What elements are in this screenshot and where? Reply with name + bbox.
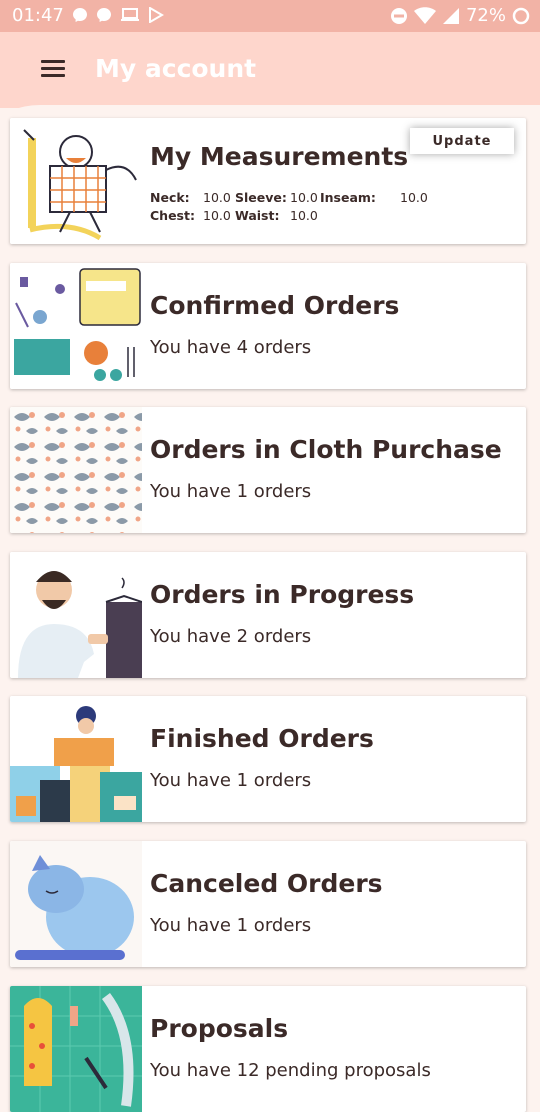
chest-value: 10.0 xyxy=(203,207,231,223)
chest-label: Chest: xyxy=(150,207,195,223)
measurements-table: Neck: 10.0 Sleeve: 10.0 Inseam: 10.0 Che… xyxy=(150,188,428,224)
measurements-title: My Measurements xyxy=(150,142,409,171)
card-title: Canceled Orders xyxy=(150,869,383,898)
canceled-orders-card[interactable]: Canceled Orders You have 1 orders xyxy=(10,841,526,967)
tailor-with-jacket-illustration xyxy=(10,552,142,678)
confirmed-orders-card[interactable]: Confirmed Orders You have 4 orders xyxy=(10,263,526,389)
inseam-value: 10.0 xyxy=(400,189,428,205)
card-subtitle: You have 4 orders xyxy=(150,337,312,358)
neck-label: Neck: xyxy=(150,189,190,205)
battery-percent: 72% xyxy=(465,5,506,26)
inseam-label: Inseam: xyxy=(320,189,376,205)
woman-with-packages-illustration xyxy=(10,696,142,822)
sleeve-label: Sleeve: xyxy=(235,189,287,205)
battery-icon xyxy=(512,7,530,24)
status-time: 01:47 xyxy=(12,5,64,26)
waist-value: 10.0 xyxy=(290,207,318,223)
app-bar: My account xyxy=(0,32,540,108)
do-not-disturb-icon xyxy=(390,7,407,24)
pattern-cutting-illustration xyxy=(10,986,142,1112)
card-title: Orders in Progress xyxy=(150,580,415,609)
proposals-card[interactable]: Proposals You have 12 pending proposals xyxy=(10,986,526,1112)
sewing-tools-illustration xyxy=(10,263,142,389)
card-subtitle: You have 1 orders xyxy=(150,481,312,502)
card-title: Proposals xyxy=(150,1014,289,1043)
finished-orders-card[interactable]: Finished Orders You have 1 orders xyxy=(10,696,526,822)
laptop-icon xyxy=(121,8,139,21)
play-store-icon xyxy=(149,7,164,23)
orders-in-progress-card[interactable]: Orders in Progress You have 2 orders xyxy=(10,552,526,678)
sad-blue-animal-illustration xyxy=(10,841,142,967)
messenger-icon xyxy=(73,8,87,22)
card-title: Confirmed Orders xyxy=(150,291,400,320)
update-button[interactable]: Update xyxy=(410,128,514,154)
sleeve-value: 10.0 xyxy=(290,189,318,205)
card-title: Orders in Cloth Purchase xyxy=(150,435,502,464)
hamburger-menu-icon[interactable] xyxy=(38,56,68,82)
measurements-card[interactable]: My Measurements Update Neck: 10.0 Sleeve… xyxy=(10,118,526,244)
card-title: Finished Orders xyxy=(150,724,374,753)
floral-fabric-pattern xyxy=(10,407,142,533)
messenger-icon xyxy=(97,8,111,22)
card-subtitle: You have 12 pending proposals xyxy=(150,1060,431,1081)
cloth-purchase-card[interactable]: Orders in Cloth Purchase You have 1 orde… xyxy=(10,407,526,533)
card-subtitle: You have 2 orders xyxy=(150,626,312,647)
waist-label: Waist: xyxy=(235,207,280,223)
page-title: My account xyxy=(95,54,257,83)
neck-value: 10.0 xyxy=(203,189,231,205)
tailor-measuring-illustration xyxy=(10,118,142,244)
cell-signal-icon xyxy=(442,7,459,24)
card-subtitle: You have 1 orders xyxy=(150,770,312,791)
wifi-icon xyxy=(413,6,436,24)
card-subtitle: You have 1 orders xyxy=(150,915,312,936)
status-bar: 01:47 72% xyxy=(0,0,540,32)
